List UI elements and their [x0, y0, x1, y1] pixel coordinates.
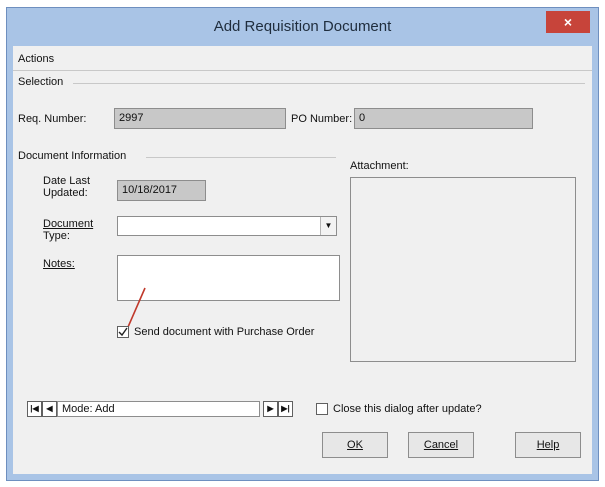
date-updated-field: 10/18/2017	[117, 180, 206, 201]
close-button[interactable]: ×	[546, 11, 590, 33]
send-with-po-label[interactable]: Send document with Purchase Order	[134, 326, 314, 338]
dialog-window: Add Requisition Document × Actions Selec…	[6, 7, 599, 481]
send-with-po-checkbox[interactable]	[117, 326, 129, 338]
document-info-divider	[146, 157, 336, 158]
last-record-button[interactable]: ▶|	[278, 401, 293, 417]
dialog-title: Add Requisition Document	[213, 18, 392, 35]
actions-menu[interactable]: Actions	[18, 53, 54, 65]
help-button[interactable]: Help	[515, 432, 581, 458]
document-info-group-label: Document Information	[18, 150, 127, 162]
title-bar[interactable]: Add Requisition Document ×	[7, 8, 598, 46]
mode-field: Mode: Add	[57, 401, 260, 417]
attachment-label: Attachment:	[350, 160, 409, 172]
date-updated-label: Date Last Updated:	[43, 175, 91, 199]
po-number-field[interactable]: 0	[354, 108, 533, 129]
document-type-select[interactable]: ▼	[117, 216, 337, 236]
selection-divider	[73, 83, 585, 84]
close-after-update-checkbox[interactable]	[316, 403, 328, 415]
menu-divider	[13, 70, 592, 71]
cancel-button[interactable]: Cancel	[408, 432, 474, 458]
checkmark-icon	[118, 327, 128, 337]
req-number-label: Req. Number:	[18, 113, 87, 125]
prev-record-button[interactable]: ◀	[42, 401, 57, 417]
next-record-button[interactable]: ▶	[263, 401, 278, 417]
req-number-field[interactable]: 2997	[114, 108, 286, 129]
document-type-label: Document Type:	[43, 218, 94, 242]
dialog-body: Actions Selection Req. Number: 2997 PO N…	[13, 46, 592, 474]
notes-label: Notes:	[43, 258, 75, 270]
po-number-label: PO Number:	[291, 113, 353, 125]
attachment-area[interactable]	[350, 177, 576, 362]
chevron-down-icon[interactable]: ▼	[320, 217, 336, 235]
ok-button[interactable]: OK	[322, 432, 388, 458]
selection-group-label: Selection	[18, 76, 64, 88]
first-record-button[interactable]: |◀	[27, 401, 42, 417]
close-after-update-label[interactable]: Close this dialog after update?	[333, 403, 482, 415]
